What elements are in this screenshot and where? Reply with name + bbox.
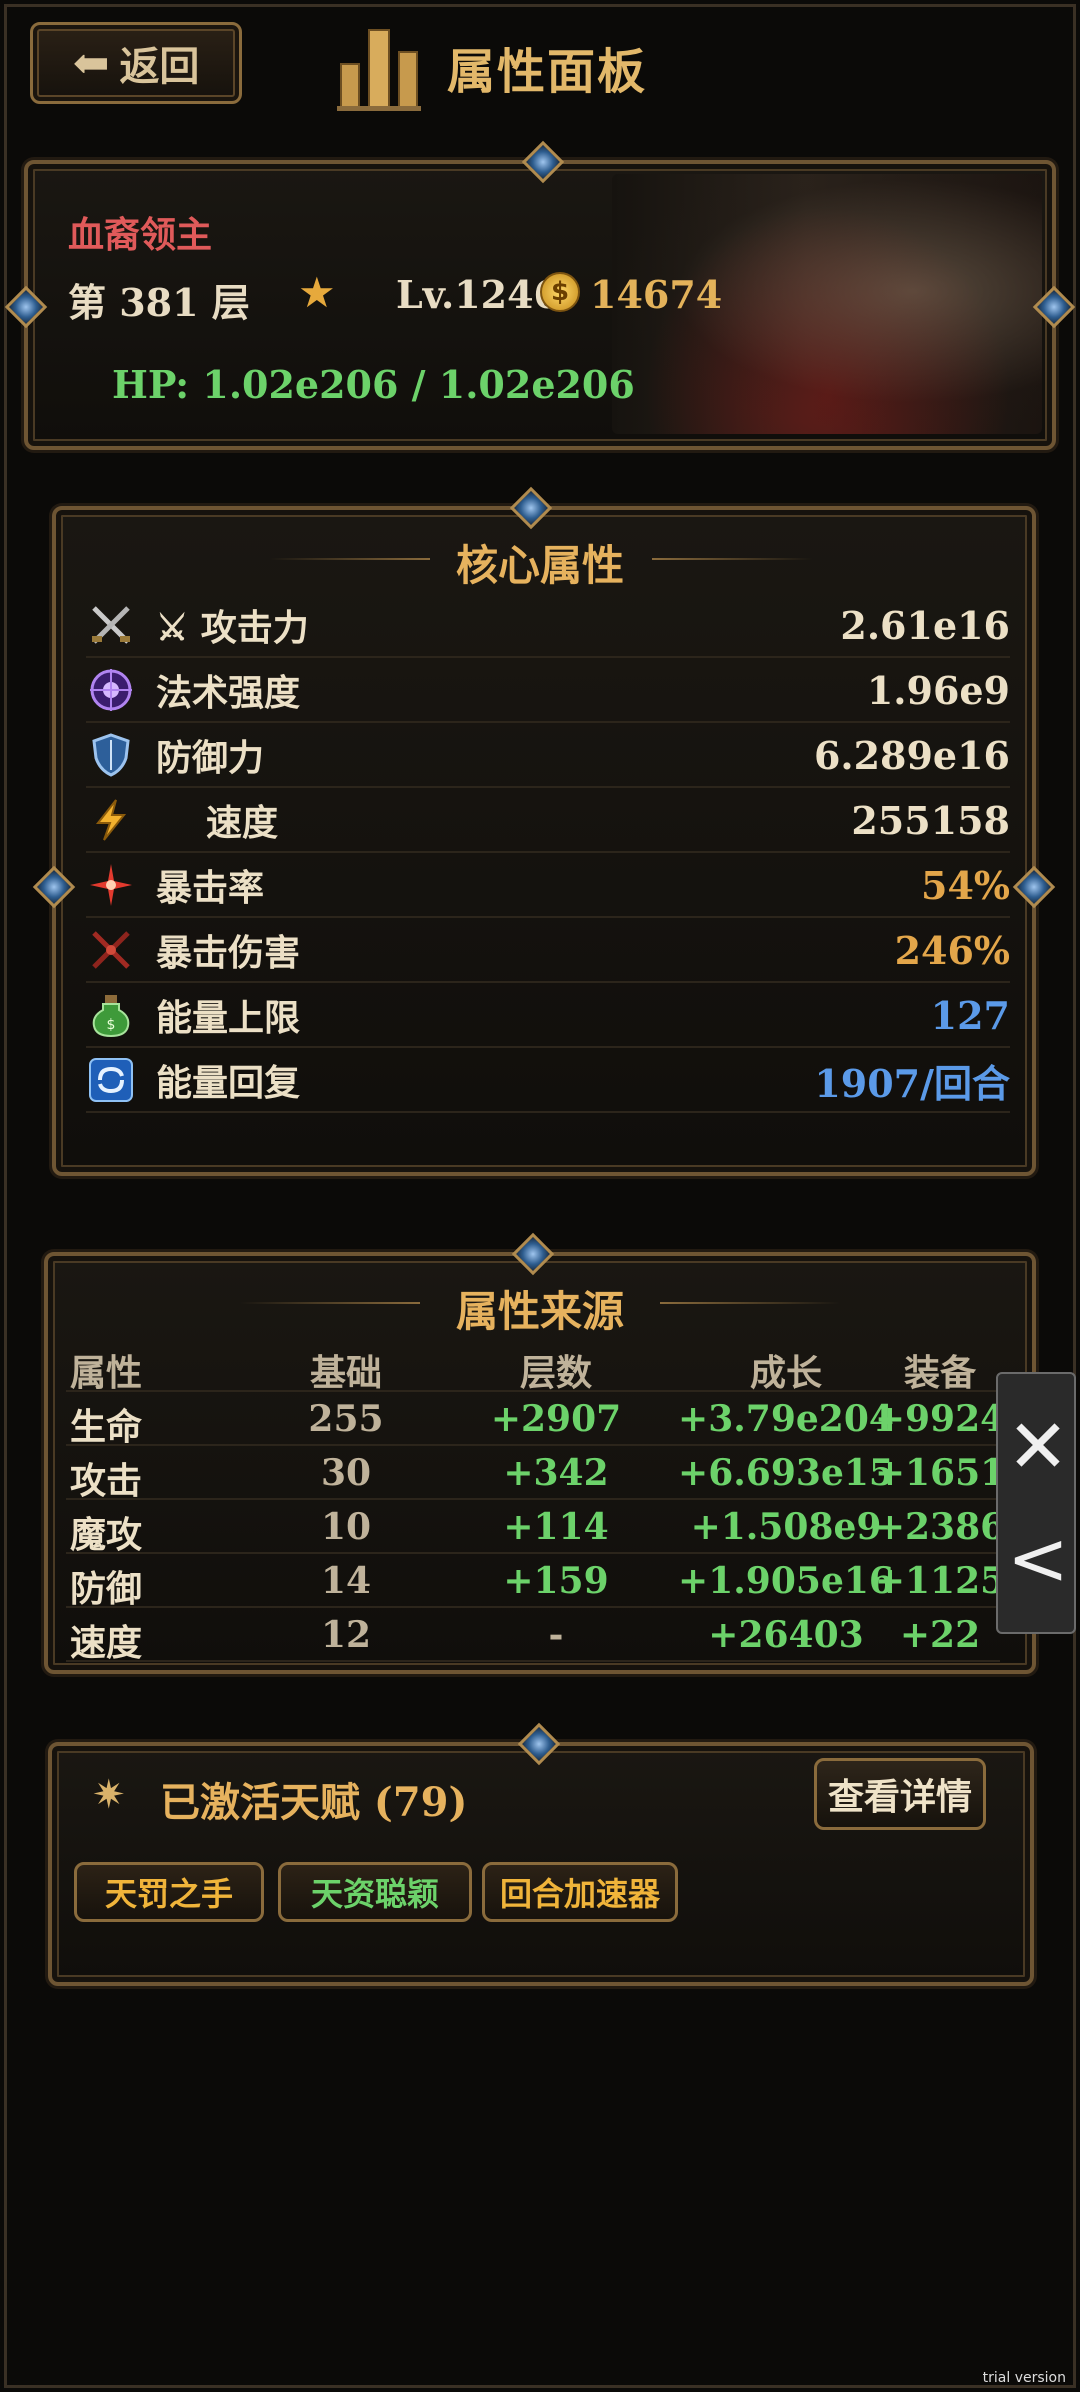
- table-row: 攻击 30 +342 +6.693e15 +1651: [66, 1446, 1005, 1502]
- crossed-swords-icon: [86, 600, 136, 650]
- page-header: 属性面板: [335, 22, 647, 112]
- crit-damage-icon: [86, 925, 136, 975]
- talents-title: 已激活天赋 (79): [160, 1779, 468, 1826]
- back-button[interactable]: ⬅ 返回: [30, 22, 242, 104]
- panel-gem-icon: [32, 865, 76, 909]
- core-stat-row: 暴击率 54%: [86, 854, 1010, 918]
- panel-gem-icon: [4, 285, 48, 329]
- core-stat-label: 法术强度: [156, 672, 301, 714]
- core-stats-title: 核心属性: [455, 541, 624, 590]
- core-stat-label: ⚔ 攻击力: [156, 607, 309, 649]
- core-stat-value: 127: [930, 992, 1010, 1038]
- table-cell: 速度: [70, 1622, 143, 1664]
- core-stat-label: 速度: [206, 802, 279, 844]
- core-stat-value: 1907/回合: [814, 1060, 1010, 1106]
- table-row: 防御 14 +159 +1.905e16 +1125: [66, 1554, 1005, 1610]
- table-cell: +342: [503, 1452, 609, 1494]
- talent-tag[interactable]: 天资聪颖: [278, 1862, 472, 1922]
- shield-icon: [86, 730, 136, 780]
- sources-title: 属性来源: [455, 1287, 624, 1336]
- table-cell: 14: [320, 1560, 372, 1602]
- core-stat-label: 暴击率: [156, 867, 265, 909]
- column-header: 层数: [519, 1352, 592, 1394]
- title-ornament-right: [652, 558, 812, 560]
- table-cell: 防御: [70, 1568, 143, 1610]
- panel-gem-icon: [521, 140, 565, 184]
- core-stat-row: ⚔ 攻击力 2.61e16: [86, 594, 1010, 658]
- boss-hp: HP: 1.02e206 / 1.02e206: [112, 362, 635, 407]
- close-icon[interactable]: ✕: [998, 1410, 1078, 1484]
- core-stat-row: 速度 255158: [86, 789, 1010, 853]
- boss-floor: 第 381 层: [68, 280, 250, 325]
- talent-tag-label: 回合加速器: [499, 1875, 660, 1913]
- magic-orb-icon: [86, 665, 136, 715]
- core-stat-label: 能量上限: [156, 997, 301, 1039]
- table-cell: 魔攻: [70, 1514, 143, 1556]
- core-stat-value: 246%: [894, 927, 1010, 973]
- core-stat-row: 防御力 6.289e16: [86, 724, 1010, 788]
- talent-tag[interactable]: 回合加速器: [482, 1862, 678, 1922]
- trial-watermark: trial version: [982, 2370, 1066, 2386]
- core-stat-value: 6.289e16: [813, 732, 1010, 778]
- table-row: 魔攻 10 +114 +1.508e9 +2386: [66, 1500, 1005, 1556]
- column-header: 属性: [70, 1352, 143, 1394]
- boss-gold: 14674: [590, 272, 723, 317]
- table-cell: +159: [503, 1560, 609, 1602]
- panel-gem-icon: [517, 1722, 561, 1766]
- gold-coin-icon: $: [540, 272, 580, 312]
- title-ornament-right: [660, 1302, 840, 1304]
- floating-control-panel: ✕ <: [996, 1372, 1076, 1634]
- view-details-button[interactable]: 查看详情: [814, 1758, 986, 1830]
- page-title: 属性面板: [447, 44, 648, 100]
- core-stat-label: 能量回复: [156, 1062, 301, 1104]
- stats-bars-icon: [337, 29, 421, 111]
- boss-name: 血裔领主: [68, 214, 213, 256]
- core-stat-value: 54%: [921, 862, 1010, 908]
- core-stat-row: 暴击伤害 246%: [86, 919, 1010, 983]
- svg-text:$: $: [107, 1017, 116, 1033]
- table-cell: +2907: [490, 1398, 622, 1440]
- talent-sun-icon: ✷: [92, 1772, 126, 1818]
- table-cell: 255: [308, 1398, 384, 1440]
- table-cell: 10: [320, 1506, 372, 1548]
- lightning-icon: [86, 795, 136, 845]
- talent-tag-label: 天罚之手: [104, 1875, 233, 1913]
- talent-tag-label: 天资聪颖: [310, 1875, 439, 1913]
- regen-swirl-icon: [86, 1055, 136, 1105]
- core-stat-row: 能量回复 1907/回合: [86, 1049, 1010, 1113]
- core-stat-value: 1.96e9: [866, 667, 1010, 713]
- star-icon: ★: [298, 268, 336, 317]
- collapse-icon[interactable]: <: [998, 1522, 1078, 1596]
- table-cell: 攻击: [70, 1460, 143, 1502]
- column-header: 基础: [309, 1352, 382, 1394]
- back-arrow-icon: ⬅: [72, 37, 110, 89]
- table-cell: -: [548, 1614, 564, 1656]
- table-cell: +114: [503, 1506, 609, 1548]
- table-row: 生命 255 +2907 +3.79e204 +9924: [66, 1392, 1005, 1448]
- table-cell: 12: [320, 1614, 372, 1656]
- table-row: 速度 12- +26403 +22: [66, 1608, 1000, 1664]
- potion-icon: $: [86, 990, 136, 1040]
- panel-gem-icon: [509, 486, 553, 530]
- panel-gem-icon: [511, 1232, 555, 1276]
- crit-burst-icon: [86, 860, 136, 910]
- core-stat-label: 防御力: [156, 737, 265, 779]
- core-stat-label: 暴击伤害: [156, 932, 301, 974]
- table-cell: 30: [320, 1452, 372, 1494]
- core-stat-row: $ 能量上限 127: [86, 984, 1010, 1048]
- table-cell: 生命: [70, 1406, 143, 1448]
- table-header-row: 属性 基础 层数 成长 装备: [66, 1338, 1000, 1394]
- core-stat-value: 2.61e16: [840, 602, 1010, 648]
- core-stat-row: 法术强度 1.96e9: [86, 659, 1010, 723]
- panel-gem-icon: [1012, 865, 1056, 909]
- boss-level: Lv.1246: [396, 272, 560, 317]
- talent-tag[interactable]: 天罚之手: [74, 1862, 264, 1922]
- back-label: 返回: [119, 43, 200, 90]
- core-stat-value: 255158: [851, 797, 1010, 843]
